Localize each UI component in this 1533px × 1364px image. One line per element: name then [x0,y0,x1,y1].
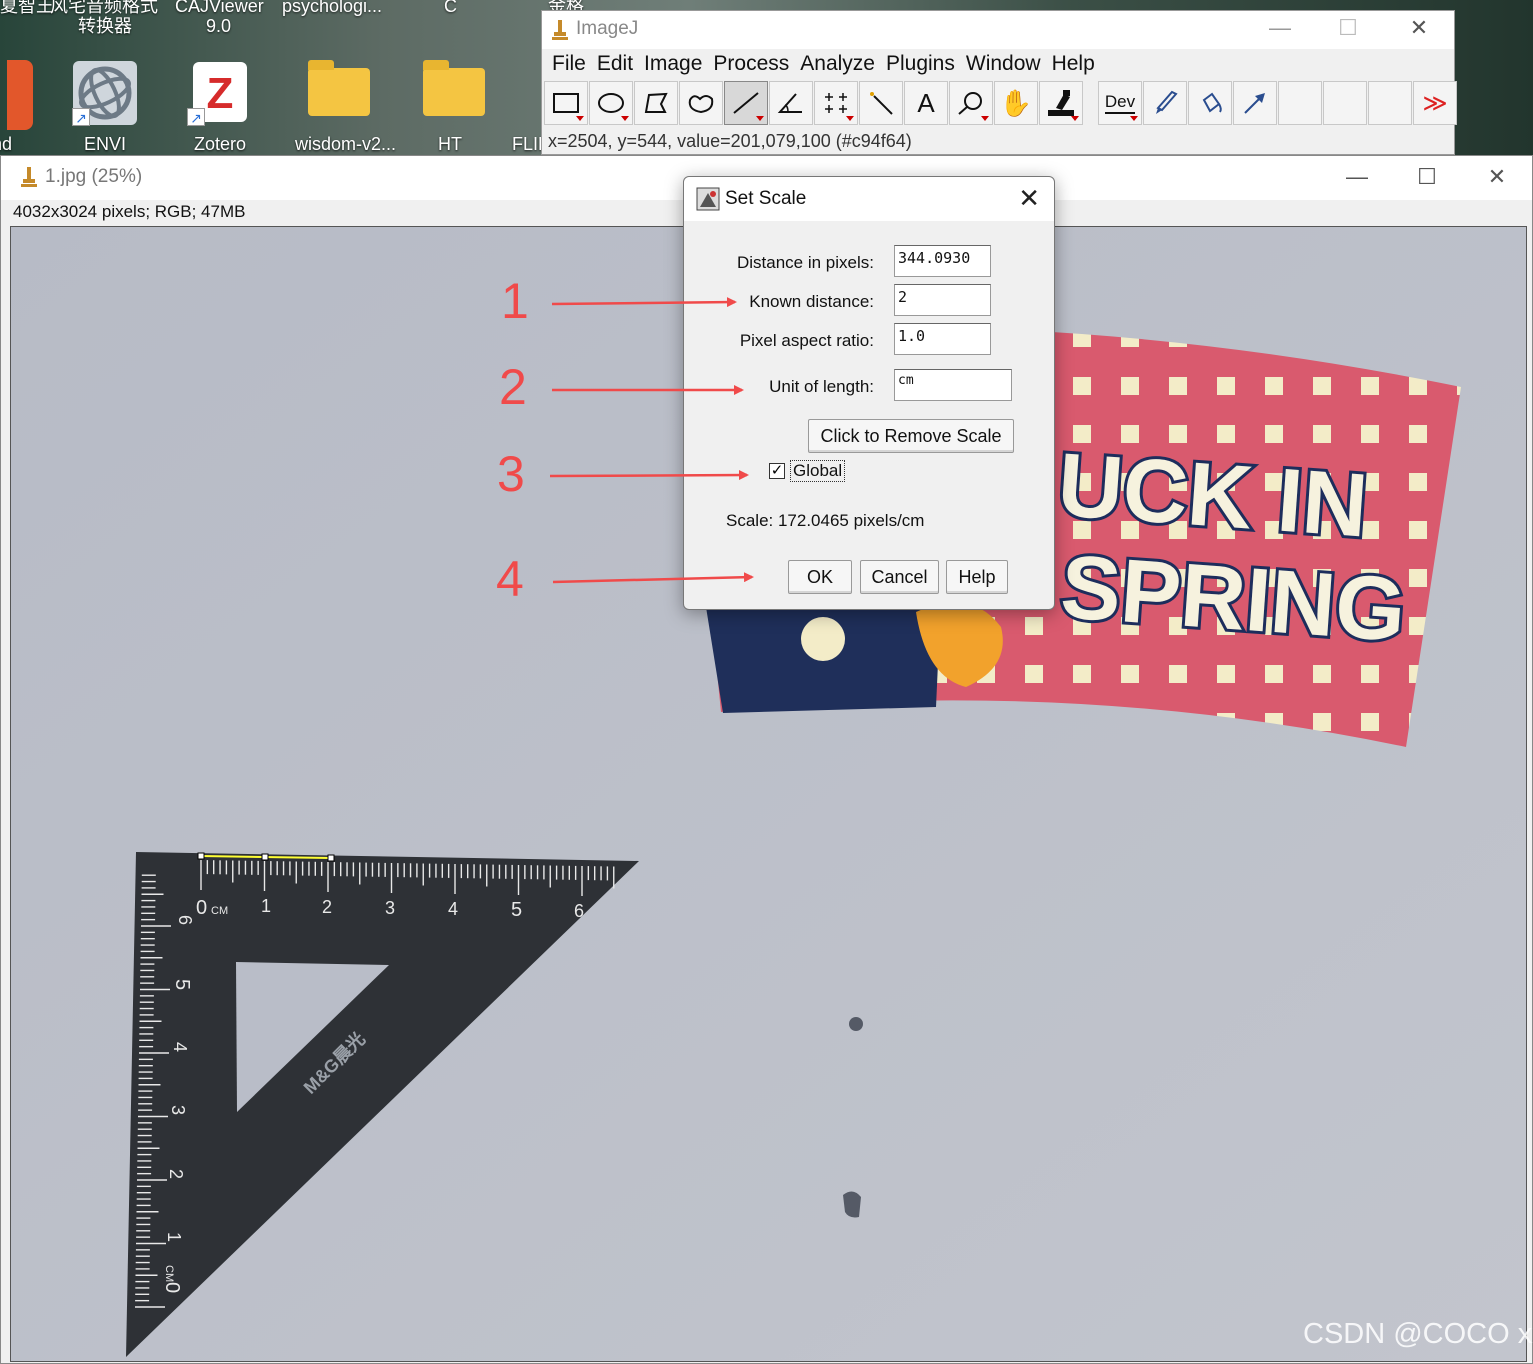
annotation-overlay [549,297,754,584]
annotation-arrow [551,297,737,308]
annotation-arrow [552,572,754,584]
annotation-step-1: 1 [501,273,529,329]
annotation-step-2: 2 [499,359,527,415]
annotation-step-3: 3 [497,446,525,502]
annotation-arrow [549,470,749,481]
annotation-step-4: 4 [496,551,524,607]
watermark: CSDN @COCO xx [1303,1318,1533,1350]
